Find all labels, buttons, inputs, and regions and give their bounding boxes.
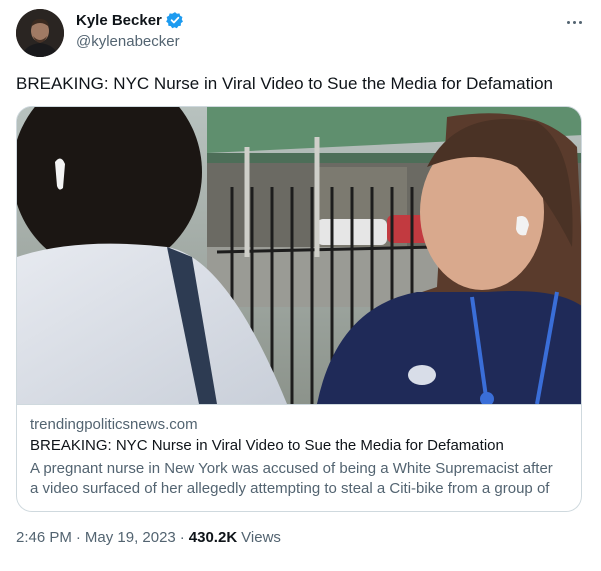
more-options-button[interactable] — [561, 12, 587, 32]
avatar-photo — [16, 9, 64, 57]
verified-badge-icon — [166, 11, 184, 29]
views-label: Views — [241, 529, 281, 546]
card-description: A pregnant nurse in New York was accused… — [30, 459, 575, 499]
more-horizontal-icon — [566, 20, 570, 24]
link-card[interactable]: trendingpoliticsnews.com BREAKING: NYC N… — [16, 106, 582, 512]
meta-separator: · — [179, 529, 185, 546]
views-count[interactable]: 430.2K — [189, 529, 237, 546]
tweet-time[interactable]: 2:46 PM — [16, 529, 72, 546]
card-description-line: A pregnant nurse in New York was accused… — [30, 460, 553, 477]
tweet-date[interactable]: May 19, 2023 — [85, 529, 176, 546]
tweet-meta: 2:46 PM · May 19, 2023 · 430.2K Views — [16, 529, 281, 546]
author-handle[interactable]: @kylenabecker — [76, 33, 180, 50]
card-image — [17, 107, 581, 404]
card-description-line: a video surfaced of her allegedly attemp… — [30, 480, 550, 497]
author-name-row: Kyle Becker — [76, 11, 184, 29]
meta-separator: · — [75, 529, 81, 546]
more-horizontal-icon — [578, 20, 582, 24]
card-info: trendingpoliticsnews.com BREAKING: NYC N… — [17, 404, 581, 511]
card-title: BREAKING: NYC Nurse in Viral Video to Su… — [30, 437, 504, 454]
author-display-name[interactable]: Kyle Becker — [76, 12, 162, 29]
card-domain: trendingpoliticsnews.com — [30, 416, 198, 433]
tweet-text: BREAKING: NYC Nurse in Viral Video to Su… — [16, 74, 554, 93]
tweet-container: Kyle Becker @kylenabecker BREAKING: NYC … — [0, 0, 601, 571]
more-horizontal-icon — [572, 20, 576, 24]
avatar[interactable] — [16, 9, 64, 57]
